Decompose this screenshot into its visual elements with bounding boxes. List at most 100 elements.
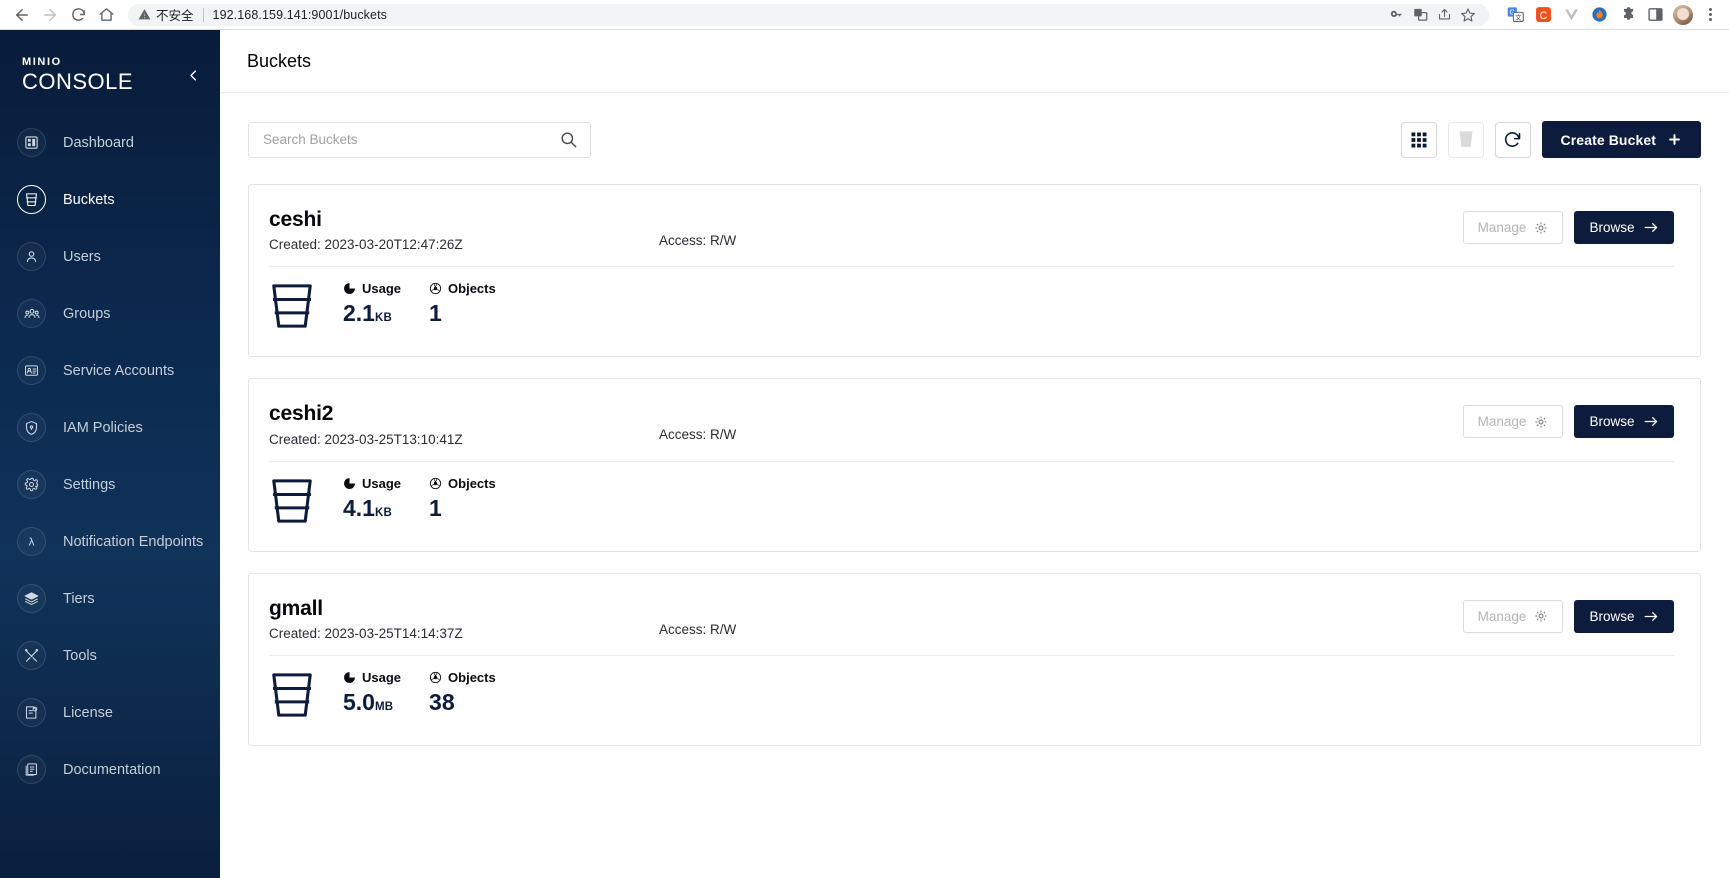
bucket-icon bbox=[269, 281, 317, 336]
profile-avatar-icon[interactable] bbox=[1673, 4, 1693, 25]
bucket-card-actions: Manage Browse bbox=[1463, 207, 1674, 244]
bucket-card-stats: Usage 5.0MB Objects 38 bbox=[269, 656, 1674, 725]
search-input[interactable] bbox=[263, 132, 559, 147]
home-icon bbox=[98, 8, 114, 21]
reload-button[interactable] bbox=[64, 1, 92, 29]
gear-icon bbox=[1535, 221, 1547, 234]
security-status-label: 不安全 bbox=[156, 8, 194, 23]
google-translate-extension-icon[interactable]: G文 bbox=[1505, 5, 1525, 25]
side-panel-icon[interactable] bbox=[1645, 5, 1665, 25]
sidebar-item-label: IAM Policies bbox=[63, 419, 143, 436]
v-extension-icon[interactable] bbox=[1561, 5, 1581, 25]
objects-value: 38 bbox=[429, 688, 455, 715]
manage-label: Manage bbox=[1477, 414, 1527, 430]
sidebar-item-label: Users bbox=[63, 248, 101, 265]
pie-chart-icon bbox=[344, 283, 355, 295]
browse-button[interactable]: Browse bbox=[1574, 405, 1674, 439]
sidebar-item-service-accounts[interactable]: Service Accounts bbox=[0, 342, 220, 399]
buckets-list: ceshi Created: 2023-03-20T12:47:26Z Acce… bbox=[248, 184, 1701, 746]
objects-stat-head: Objects bbox=[429, 476, 496, 491]
bucket-name: gmall bbox=[269, 596, 323, 620]
bookmark-star-icon[interactable] bbox=[1457, 4, 1479, 26]
usage-stat-head: Usage bbox=[343, 281, 401, 296]
manage-button[interactable]: Manage bbox=[1463, 405, 1563, 439]
bucket-created: Created: 2023-03-20T12:47:26Z bbox=[269, 237, 463, 253]
bucket-card-header: ceshi2 Created: 2023-03-25T13:10:41Z Acc… bbox=[269, 401, 1674, 447]
sidebar-item-notification-endpoints[interactable]: λ Notification Endpoints bbox=[0, 513, 220, 570]
manage-button[interactable]: Manage bbox=[1463, 211, 1563, 244]
forward-button[interactable] bbox=[36, 1, 64, 29]
usage-label: Usage bbox=[362, 281, 402, 297]
bucket-icon bbox=[269, 476, 317, 531]
extension-icons: G文 C bbox=[1505, 4, 1719, 25]
sidebar-nav: Dashboard Buckets Users Groups Service A… bbox=[0, 114, 220, 798]
list-view-button[interactable] bbox=[1447, 121, 1484, 158]
buckets-toolbar: Create Bucket bbox=[248, 121, 1701, 158]
grid-view-button[interactable] bbox=[1400, 121, 1437, 158]
puzzle-extensions-icon[interactable] bbox=[1617, 5, 1637, 25]
bucket-card-header: ceshi Created: 2023-03-20T12:47:26Z Acce… bbox=[269, 207, 1674, 252]
create-bucket-label: Create Bucket bbox=[1560, 131, 1656, 148]
search-buckets-container[interactable] bbox=[248, 121, 591, 158]
home-button[interactable] bbox=[92, 1, 120, 29]
sidebar-item-groups[interactable]: Groups bbox=[0, 285, 220, 342]
sidebar-item-settings[interactable]: Settings bbox=[0, 456, 220, 513]
usage-stat: Usage 4.1KB bbox=[343, 476, 401, 521]
sidebar-item-tiers[interactable]: Tiers bbox=[0, 570, 220, 627]
create-bucket-button[interactable]: Create Bucket bbox=[1541, 121, 1701, 158]
fire-extension-icon[interactable] bbox=[1589, 5, 1609, 25]
bucket-access: Access: R/W bbox=[659, 233, 737, 248]
plus-icon bbox=[1669, 134, 1680, 145]
sidebar-collapse-button[interactable] bbox=[182, 64, 204, 86]
c-extension-icon[interactable]: C bbox=[1533, 5, 1553, 25]
sidebar-item-iam-policies[interactable]: IAM Policies bbox=[0, 399, 220, 456]
omnibox-actions bbox=[1385, 4, 1479, 26]
chrome-menu-icon[interactable] bbox=[1701, 8, 1719, 21]
sidebar-item-buckets[interactable]: Buckets bbox=[0, 171, 220, 228]
chevron-left-icon bbox=[189, 69, 196, 81]
back-button[interactable] bbox=[8, 1, 36, 29]
sidebar: MINIO CONSOLE Dashboard Buckets Users Gr… bbox=[0, 30, 220, 878]
bucket-card-stats: Usage 2.1KB Objects 1 bbox=[269, 267, 1674, 336]
main-content: Buckets Search Buckets Create Bucket ces… bbox=[220, 30, 1729, 878]
content-area: Create Bucket ceshi Created: 2023-03-20T… bbox=[220, 93, 1729, 878]
arrow-right-icon bbox=[1644, 611, 1657, 621]
bucket-created: Created: 2023-03-25T14:14:37Z bbox=[269, 625, 463, 641]
manage-button[interactable]: Manage bbox=[1463, 599, 1563, 633]
svg-text:C: C bbox=[1539, 10, 1547, 22]
password-key-icon[interactable] bbox=[1385, 4, 1407, 26]
svg-text:λ: λ bbox=[28, 535, 34, 548]
translate-icon[interactable] bbox=[1409, 4, 1431, 26]
sidebar-item-dashboard[interactable]: Dashboard bbox=[0, 114, 220, 171]
grid-view-icon bbox=[1411, 132, 1427, 147]
service-account-icon bbox=[17, 356, 46, 385]
address-bar[interactable]: 不安全 192.168.159.141:9001/buckets bbox=[128, 3, 1489, 26]
sidebar-item-license[interactable]: License bbox=[0, 684, 220, 741]
objects-value: 1 bbox=[429, 494, 442, 521]
arrow-right-icon bbox=[1644, 223, 1657, 232]
table-row[interactable]: gmall Created: 2023-03-25T14:14:37Z Acce… bbox=[248, 572, 1701, 746]
refresh-button[interactable] bbox=[1494, 121, 1531, 158]
sidebar-item-documentation[interactable]: Documentation bbox=[0, 741, 220, 798]
app-root: MINIO CONSOLE Dashboard Buckets Users Gr… bbox=[0, 30, 1729, 878]
usage-unit: MB bbox=[374, 700, 394, 713]
search-icon[interactable] bbox=[559, 130, 578, 149]
browse-button[interactable]: Browse bbox=[1574, 211, 1674, 244]
bucket-card-actions: Manage Browse bbox=[1463, 401, 1674, 439]
table-row[interactable]: ceshi Created: 2023-03-20T12:47:26Z Acce… bbox=[248, 184, 1701, 358]
sidebar-item-label: Notification Endpoints bbox=[63, 533, 204, 550]
sidebar-item-users[interactable]: Users bbox=[0, 228, 220, 285]
usage-number: 4.1 bbox=[343, 494, 375, 521]
bucket-card-header: gmall Created: 2023-03-25T14:14:37Z Acce… bbox=[269, 596, 1674, 641]
browse-label: Browse bbox=[1589, 414, 1635, 430]
bucket-access: Access: R/W bbox=[659, 427, 737, 443]
sidebar-item-tools[interactable]: Tools bbox=[0, 627, 220, 684]
browse-button[interactable]: Browse bbox=[1574, 599, 1674, 633]
pie-chart-icon bbox=[344, 477, 355, 489]
usage-unit: KB bbox=[374, 312, 392, 325]
usage-stat: Usage 5.0MB bbox=[343, 670, 401, 715]
share-icon[interactable] bbox=[1433, 4, 1455, 26]
usage-stat: Usage 2.1KB bbox=[343, 281, 401, 326]
table-row[interactable]: ceshi2 Created: 2023-03-25T13:10:41Z Acc… bbox=[248, 378, 1701, 552]
bucket-access: Access: R/W bbox=[659, 621, 737, 637]
